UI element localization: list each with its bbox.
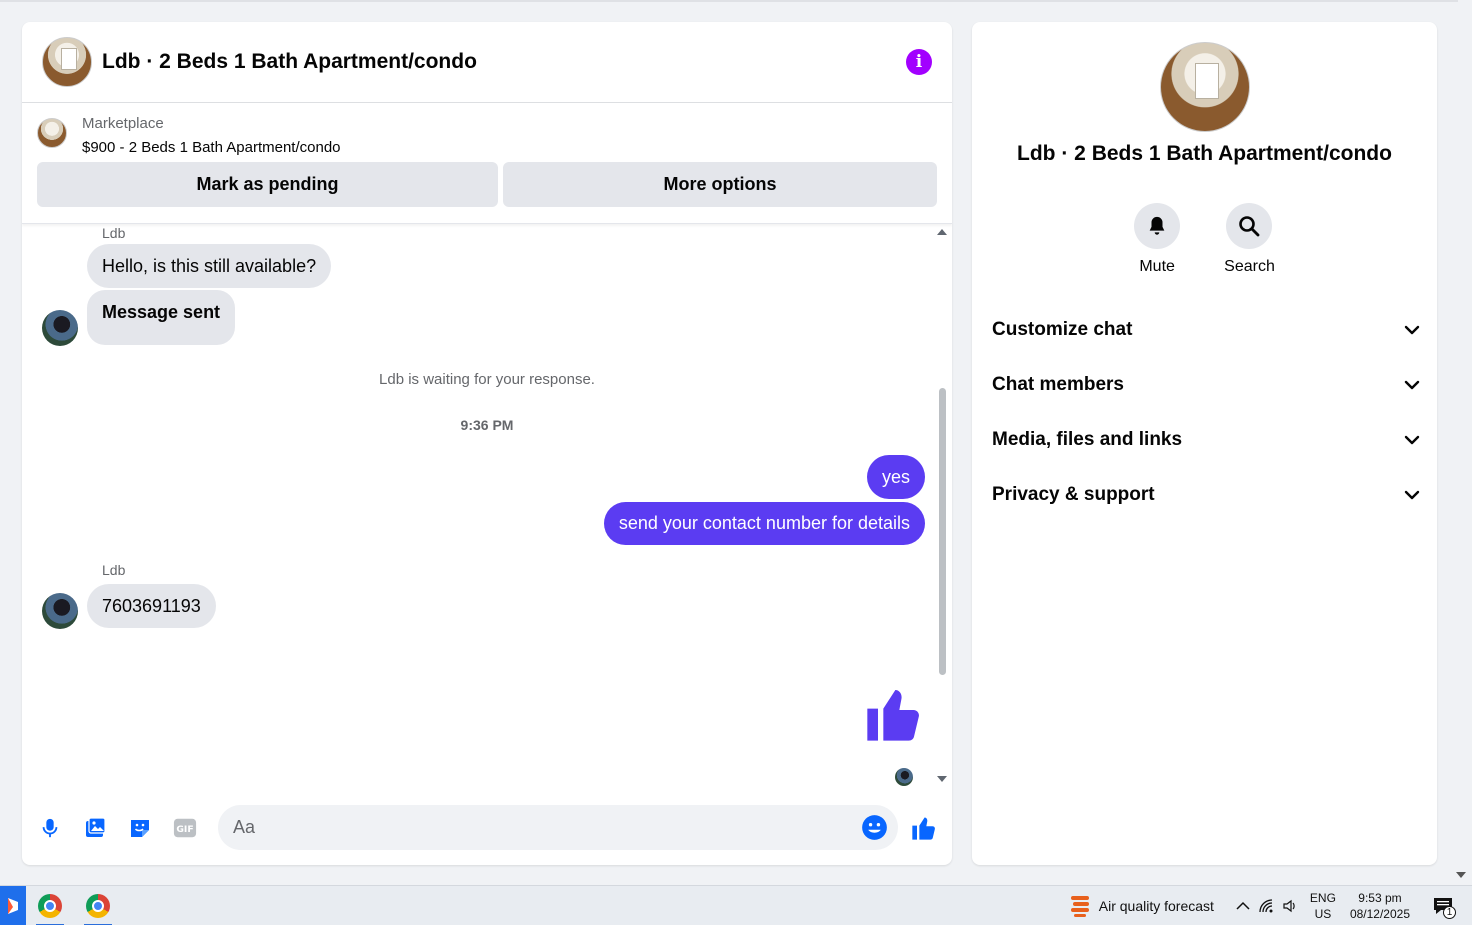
section-label: Media, files and links bbox=[992, 428, 1183, 450]
listing-avatar[interactable] bbox=[42, 37, 92, 87]
notification-icon[interactable]: 1 bbox=[1428, 897, 1458, 919]
chevron-down-icon[interactable] bbox=[1404, 429, 1420, 451]
waiting-notice: Ldb is waiting for your response. bbox=[379, 371, 595, 388]
clock-date: 08/12/2025 bbox=[1349, 907, 1410, 921]
start-icon[interactable] bbox=[0, 885, 26, 925]
section-label: Privacy & support bbox=[992, 483, 1155, 505]
wifi-icon[interactable] bbox=[1258, 898, 1274, 914]
top-divider bbox=[0, 0, 1458, 2]
sender-name: Ldb bbox=[102, 562, 126, 578]
section-privacy-support[interactable]: Privacy & support bbox=[992, 467, 1420, 522]
section-label: Chat members bbox=[992, 373, 1124, 395]
seen-avatar bbox=[895, 768, 913, 786]
marketplace-banner: Marketplace $900 - 2 Beds 1 Bath Apartme… bbox=[22, 103, 952, 224]
sender-avatar[interactable] bbox=[42, 593, 78, 629]
section-media-files-links[interactable]: Media, files and links bbox=[992, 412, 1420, 467]
mark-as-pending-button[interactable]: Mark as pending bbox=[37, 162, 498, 207]
listing-thumbnail[interactable] bbox=[37, 118, 67, 148]
chat-details-panel: Ldb · 2 Beds 1 Bath Apartment/condo Mute… bbox=[972, 22, 1437, 865]
notification-count: 1 bbox=[1443, 906, 1456, 919]
search-action[interactable]: Search bbox=[1224, 203, 1275, 276]
taskbar: Air quality forecast ENG US 9:53 pm 08/1… bbox=[0, 885, 1472, 925]
mute-action[interactable]: Mute bbox=[1134, 203, 1181, 276]
message-input-wrapper[interactable] bbox=[218, 805, 898, 850]
message-scrollbar[interactable] bbox=[936, 225, 948, 790]
weather-label: Air quality forecast bbox=[1098, 898, 1214, 914]
region-code: US bbox=[1314, 907, 1332, 921]
photo-icon[interactable] bbox=[83, 816, 107, 840]
sender-name: Ldb bbox=[102, 225, 126, 241]
gif-icon[interactable]: GIF bbox=[173, 816, 197, 840]
section-label: Customize chat bbox=[992, 318, 1133, 340]
search-icon[interactable] bbox=[1226, 203, 1273, 249]
scroll-thumb[interactable] bbox=[939, 388, 946, 675]
sender-avatar[interactable] bbox=[42, 310, 78, 346]
details-sections: Customize chat Chat members Media, files… bbox=[992, 302, 1420, 522]
chrome-icon bbox=[38, 893, 62, 918]
section-chat-members[interactable]: Chat members bbox=[992, 357, 1420, 412]
message-timestamp: 9:36 PM bbox=[460, 417, 514, 433]
listing-summary[interactable]: $900 - 2 Beds 1 Bath Apartment/condo bbox=[82, 139, 341, 156]
chevron-down-icon[interactable] bbox=[1404, 374, 1420, 396]
svg-text:GIF: GIF bbox=[176, 824, 193, 835]
air-quality-icon bbox=[1070, 896, 1089, 917]
search-label: Search bbox=[1224, 258, 1275, 275]
language-indicator[interactable]: ENG US bbox=[1310, 890, 1336, 922]
details-avatar[interactable] bbox=[1160, 42, 1250, 132]
marketplace-label: Marketplace bbox=[82, 115, 164, 132]
send-like-icon[interactable] bbox=[910, 814, 938, 847]
page-scroll-down-icon[interactable] bbox=[1456, 872, 1466, 878]
info-icon[interactable]: i bbox=[906, 49, 932, 75]
taskbar-chrome-profile-h[interactable] bbox=[26, 886, 74, 925]
microphone-icon[interactable] bbox=[38, 816, 62, 840]
chat-header: Ldb · 2 Beds 1 Bath Apartment/condo i bbox=[22, 22, 952, 103]
bell-icon[interactable] bbox=[1134, 203, 1181, 249]
weather-widget[interactable]: Air quality forecast bbox=[1069, 894, 1214, 918]
message-input[interactable] bbox=[233, 817, 833, 838]
chevron-down-icon[interactable] bbox=[1404, 484, 1420, 506]
message-bubble-outgoing[interactable]: yes bbox=[866, 455, 925, 499]
taskbar-chrome-profile-2[interactable] bbox=[74, 886, 122, 925]
chrome-icon bbox=[86, 893, 110, 918]
section-customize-chat[interactable]: Customize chat bbox=[992, 302, 1420, 357]
language-code: ENG bbox=[1309, 891, 1336, 905]
more-options-button[interactable]: More options bbox=[503, 162, 937, 207]
emoji-icon[interactable] bbox=[861, 814, 888, 846]
details-title: Ldb · 2 Beds 1 Bath Apartment/condo bbox=[1017, 142, 1392, 165]
message-bubble-incoming[interactable]: Message sent bbox=[87, 290, 236, 345]
clock-time: 9:53 pm bbox=[1358, 891, 1402, 905]
clock[interactable]: 9:53 pm 08/12/2025 bbox=[1350, 890, 1410, 922]
message-list: Ldb Hello, is this still available? Mess… bbox=[22, 225, 952, 790]
scroll-up-icon[interactable] bbox=[937, 229, 947, 235]
chat-panel: Ldb · 2 Beds 1 Bath Apartment/condo i Ma… bbox=[22, 22, 952, 865]
sticker-icon[interactable] bbox=[128, 816, 152, 840]
message-bubble-outgoing[interactable]: send your contact number for details bbox=[603, 502, 925, 545]
chevron-up-icon[interactable] bbox=[1236, 901, 1250, 911]
composer: GIF bbox=[22, 805, 952, 851]
message-bubble-incoming[interactable]: Hello, is this still available? bbox=[87, 244, 332, 288]
chevron-down-icon[interactable] bbox=[1404, 319, 1420, 341]
message-bubble-incoming[interactable]: 7603691193 bbox=[87, 584, 216, 628]
volume-icon[interactable] bbox=[1282, 898, 1298, 914]
mute-label: Mute bbox=[1139, 258, 1175, 275]
chat-title[interactable]: Ldb · 2 Beds 1 Bath Apartment/condo bbox=[102, 50, 477, 74]
thumbs-up-icon[interactable] bbox=[862, 682, 926, 751]
scroll-down-icon[interactable] bbox=[937, 776, 947, 782]
system-tray: Air quality forecast ENG US 9:53 pm 08/1… bbox=[1069, 886, 1472, 925]
